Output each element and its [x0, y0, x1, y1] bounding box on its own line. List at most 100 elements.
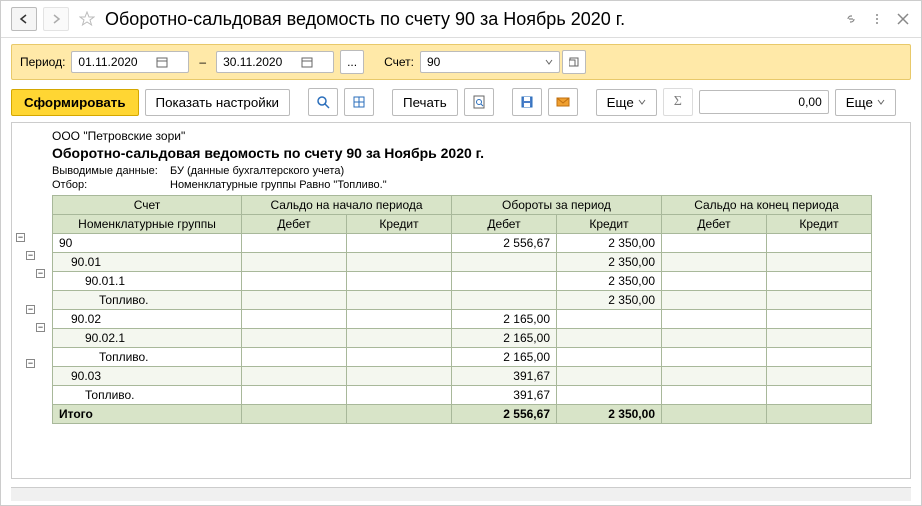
- save-button[interactable]: [512, 88, 542, 116]
- sigma-button[interactable]: Σ: [663, 88, 693, 116]
- cell-turn-debit: 391,67: [452, 367, 557, 386]
- generate-button[interactable]: Сформировать: [11, 89, 139, 116]
- period-picker-button[interactable]: ...: [340, 50, 364, 74]
- th-credit: Кредит: [557, 215, 662, 234]
- calendar-icon[interactable]: [301, 56, 313, 68]
- calendar-icon[interactable]: [156, 56, 168, 68]
- th-debit: Дебет: [662, 215, 767, 234]
- cell-turn-debit: [452, 272, 557, 291]
- cell-account: 90.02.1: [53, 329, 242, 348]
- cell-turn-debit: 2 556,67: [452, 234, 557, 253]
- filter-label: Отбор:: [52, 179, 162, 191]
- chevron-down-icon[interactable]: [545, 58, 553, 66]
- more-dropdown[interactable]: Еще: [596, 89, 657, 116]
- account-open-button[interactable]: [562, 50, 586, 74]
- table-row[interactable]: 90.02.12 165,00: [53, 329, 872, 348]
- table-row[interactable]: 90.01.12 350,00: [53, 272, 872, 291]
- table-row[interactable]: 90.012 350,00: [53, 253, 872, 272]
- window: Оборотно-сальдовая ведомость по счету 90…: [0, 0, 922, 506]
- close-icon[interactable]: [895, 11, 911, 27]
- horizontal-scrollbar[interactable]: [11, 487, 911, 501]
- table-row[interactable]: 90.03391,67: [53, 367, 872, 386]
- cell-turn-credit: 2 350,00: [557, 234, 662, 253]
- cell-turn-debit: 391,67: [452, 386, 557, 405]
- expand-button[interactable]: [344, 88, 374, 116]
- titlebar: Оборотно-сальдовая ведомость по счету 90…: [1, 1, 921, 38]
- cell-account: Топливо.: [53, 386, 242, 405]
- cell-end-debit: [662, 291, 767, 310]
- back-button[interactable]: [11, 7, 37, 31]
- search-button[interactable]: [308, 88, 338, 116]
- cell-end-credit: [767, 348, 872, 367]
- filter-value: Номенклатурные группы Равно "Топливо.": [170, 179, 387, 191]
- cell-turn-debit: [452, 253, 557, 272]
- meta-data-label: Выводимые данные:: [52, 165, 162, 177]
- tree-collapse-icon[interactable]: −: [26, 251, 35, 260]
- period-label: Период:: [20, 55, 65, 69]
- print-button[interactable]: Печать: [392, 89, 458, 116]
- cell-begin-debit: [242, 234, 347, 253]
- more-dropdown-2[interactable]: Еще: [835, 89, 896, 116]
- date-to-input[interactable]: [221, 54, 301, 70]
- cell-turn-debit: 2 165,00: [452, 310, 557, 329]
- cell-begin-debit: [242, 310, 347, 329]
- cell-end-credit: [767, 291, 872, 310]
- cell-end-debit: [662, 234, 767, 253]
- cell-end-credit: [767, 329, 872, 348]
- cell-begin-credit: [347, 329, 452, 348]
- cell-turn-credit: [557, 386, 662, 405]
- table-row[interactable]: 902 556,672 350,00: [53, 234, 872, 253]
- link-icon[interactable]: [843, 11, 859, 27]
- star-icon[interactable]: [79, 11, 95, 27]
- tree-collapse-icon[interactable]: −: [26, 305, 35, 314]
- th-credit: Кредит: [767, 215, 872, 234]
- cell-end-debit: [662, 329, 767, 348]
- meta-data-value: БУ (данные бухгалтерского учета): [170, 165, 344, 177]
- cell-begin-credit: [347, 310, 452, 329]
- cell-end-credit: [767, 234, 872, 253]
- th-account: Счет: [53, 196, 242, 215]
- cell-total-debit: 2 556,67: [452, 405, 557, 424]
- cell-end-debit: [662, 310, 767, 329]
- params-bar: Период: – ... Счет: 90: [11, 44, 911, 80]
- date-to-field[interactable]: [216, 51, 334, 73]
- account-label: Счет:: [384, 55, 414, 69]
- cell-account: Топливо.: [53, 291, 242, 310]
- cell-begin-debit: [242, 367, 347, 386]
- table-row[interactable]: Топливо.2 165,00: [53, 348, 872, 367]
- toolbar: Сформировать Показать настройки Печать Е…: [11, 88, 911, 116]
- th-debit: Дебет: [242, 215, 347, 234]
- account-value: 90: [427, 55, 440, 69]
- cell-turn-credit: 2 350,00: [557, 272, 662, 291]
- cell-end-debit: [662, 348, 767, 367]
- report-area[interactable]: −−−−−− ООО "Петровские зори" Оборотно-са…: [11, 122, 911, 479]
- cell-end-debit: [662, 367, 767, 386]
- cell-begin-credit: [347, 367, 452, 386]
- cell-end-debit: [662, 386, 767, 405]
- th-debit: Дебет: [452, 215, 557, 234]
- cell-begin-debit: [242, 348, 347, 367]
- account-input[interactable]: 90: [420, 51, 560, 73]
- cell-begin-credit: [347, 348, 452, 367]
- table-row[interactable]: 90.022 165,00: [53, 310, 872, 329]
- date-from-input[interactable]: [76, 54, 156, 70]
- show-settings-button[interactable]: Показать настройки: [145, 89, 290, 116]
- date-from-field[interactable]: [71, 51, 189, 73]
- th-turnover: Обороты за период: [452, 196, 662, 215]
- cell-end-credit: [767, 272, 872, 291]
- more-icon[interactable]: [869, 11, 885, 27]
- cell-account: 90.01: [53, 253, 242, 272]
- tree-collapse-icon[interactable]: −: [16, 233, 25, 242]
- tree-collapse-icon[interactable]: −: [36, 323, 45, 332]
- cell-turn-credit: [557, 367, 662, 386]
- preview-button[interactable]: [464, 88, 494, 116]
- cell-account: Топливо.: [53, 348, 242, 367]
- cell-end-credit: [767, 253, 872, 272]
- forward-button[interactable]: [43, 7, 69, 31]
- cell-begin-credit: [347, 386, 452, 405]
- email-button[interactable]: [548, 88, 578, 116]
- tree-collapse-icon[interactable]: −: [36, 269, 45, 278]
- table-row[interactable]: Топливо. 391,67: [53, 386, 872, 405]
- table-row[interactable]: Топливо.2 350,00: [53, 291, 872, 310]
- tree-collapse-icon[interactable]: −: [26, 359, 35, 368]
